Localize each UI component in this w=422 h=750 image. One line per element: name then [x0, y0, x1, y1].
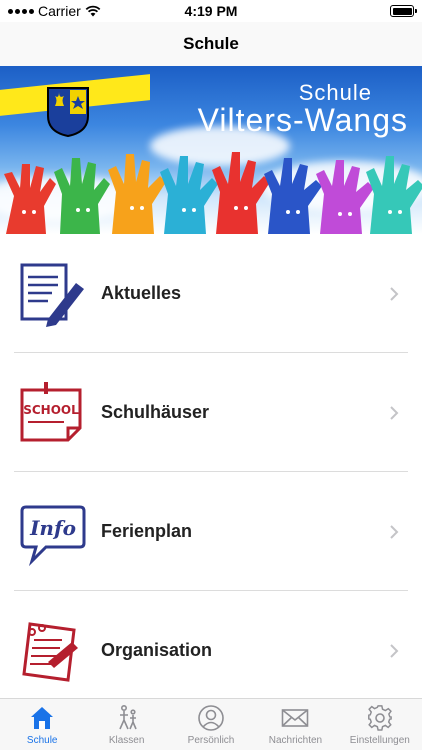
- envelope-icon: [282, 709, 309, 727]
- chevron-right-icon: [390, 405, 399, 420]
- coat-of-arms-logo: [47, 87, 89, 138]
- menu-item-label: Ferienplan: [101, 521, 193, 541]
- menu-item-label: Schulhäuser: [101, 402, 210, 422]
- tab-persoenlich[interactable]: Persönlich: [169, 699, 253, 750]
- info-bubble-icon: Info: [20, 505, 86, 566]
- school-note-icon: SCHOOL: [20, 381, 82, 441]
- tab-klassen[interactable]: Klassen: [84, 699, 168, 750]
- school-banner: Schule Vilters-Wangs: [0, 66, 422, 234]
- status-time: 4:19 PM: [184, 3, 238, 19]
- navigation-bar: Schule: [0, 22, 422, 66]
- walking-people-icon: [118, 704, 137, 730]
- tab-label: Persönlich: [187, 735, 235, 746]
- painted-hands-illustration: [4, 152, 422, 234]
- tab-label: Klassen: [108, 735, 145, 746]
- tab-label: Schule: [26, 735, 58, 746]
- tab-label: Nachrichten: [268, 735, 323, 746]
- svg-text:Info: Info: [29, 516, 76, 540]
- page-title: Schule: [183, 34, 239, 53]
- chevron-right-icon: [390, 286, 399, 301]
- menu-item-label: Organisation: [101, 640, 213, 660]
- tab-schule[interactable]: Schule: [0, 699, 84, 750]
- menu-item-organisation[interactable]: Organisation: [0, 591, 422, 698]
- menu-item-schulhaeuser[interactable]: SCHOOL Schulhäuser: [0, 353, 422, 472]
- house-icon: [31, 707, 54, 729]
- tab-label: Einstellungen: [349, 735, 410, 746]
- battery-icon: [390, 5, 417, 17]
- chevron-right-icon: [390, 524, 399, 539]
- notepad-pencil-icon: [20, 263, 84, 327]
- notebook-icon: [22, 621, 78, 682]
- tab-nachrichten[interactable]: Nachrichten: [253, 699, 337, 750]
- menu-list: Aktuelles SCHOOL Schulhäuser Info Ferien…: [0, 234, 422, 698]
- person-circle-icon: [198, 705, 224, 731]
- chevron-right-icon: [390, 643, 399, 658]
- menu-item-aktuelles[interactable]: Aktuelles: [0, 234, 422, 353]
- tab-bar: Schule Klassen Persönlich Nachrichten Ei…: [0, 698, 422, 750]
- svg-text:SCHOOL: SCHOOL: [23, 403, 79, 417]
- gear-icon: [367, 705, 392, 731]
- tab-einstellungen[interactable]: Einstellungen: [338, 699, 422, 750]
- menu-item-label: Aktuelles: [101, 283, 182, 303]
- menu-item-ferienplan[interactable]: Info Ferienplan: [0, 472, 422, 591]
- status-bar: Carrier 4:19 PM: [0, 0, 422, 22]
